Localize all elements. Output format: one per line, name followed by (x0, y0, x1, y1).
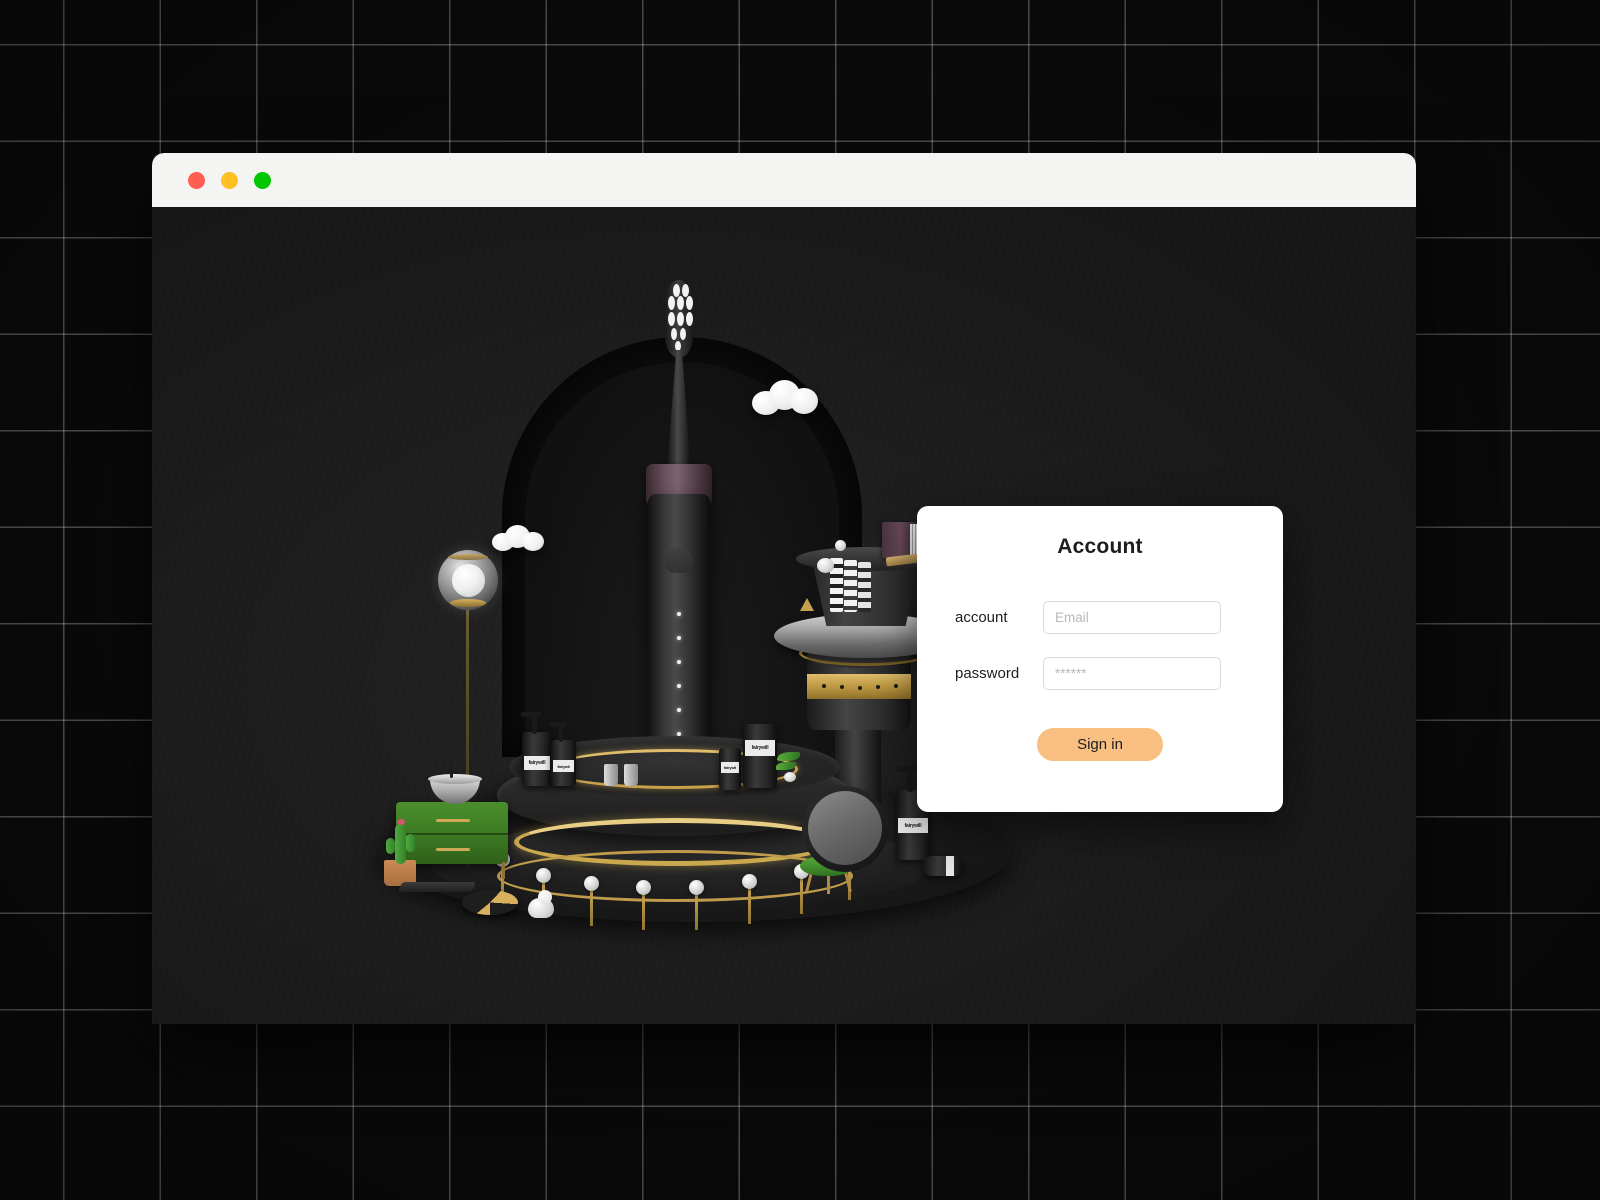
sink-tap-icon (450, 762, 453, 778)
bristle-icon (686, 296, 693, 310)
striped-donut-object (462, 890, 518, 915)
cabinet-handle (436, 848, 470, 851)
bottle-pump (532, 714, 537, 734)
rinse-cup (604, 764, 618, 786)
bristle-icon (682, 284, 689, 297)
account-field-row: account (917, 601, 1283, 634)
toothbrush-led-indicator (677, 636, 681, 640)
browser-viewport: fairywill fairywil fairywil fairywill fa… (152, 207, 1416, 1024)
cabinet-leg (502, 862, 505, 879)
bristle-icon (673, 284, 680, 297)
password-field-row: password (917, 657, 1283, 690)
rinse-cup (624, 764, 638, 786)
bottle-label: fairywill (745, 740, 775, 756)
small-orb (784, 772, 796, 782)
rubber-duck-head (538, 890, 552, 904)
rail-post (642, 890, 645, 930)
toothbrush-led-indicator (677, 612, 681, 616)
drum-stud (858, 686, 862, 690)
account-label: account (955, 609, 1008, 626)
drum-stud (894, 684, 898, 688)
sign-in-button[interactable]: Sign in (1037, 728, 1163, 761)
bottle-label: fairywil (721, 762, 739, 773)
lamp-globe-core (452, 564, 485, 597)
bristle-icon (671, 328, 677, 340)
drum-stud (876, 685, 880, 689)
rail-post (695, 890, 698, 930)
bristle-icon (677, 312, 684, 326)
floating-orb (835, 540, 846, 551)
basin-orb (817, 558, 834, 573)
toothbrush-led-indicator (677, 660, 681, 664)
mirror-glass (808, 791, 882, 865)
bristle-icon (675, 341, 681, 351)
cloud-small-icon (492, 525, 544, 551)
cactus-arm (386, 838, 395, 854)
toothbrush-power-button[interactable] (665, 547, 693, 573)
floor-slab (397, 882, 477, 892)
drum-stud (822, 684, 826, 688)
rail-ball (636, 880, 651, 895)
striped-towel (858, 562, 871, 612)
toothbrush-led-indicator (677, 708, 681, 712)
rail-ball (742, 874, 757, 889)
password-label: password (955, 665, 1020, 682)
rail-ball (584, 876, 599, 891)
browser-window: fairywill fairywil fairywil fairywill fa… (152, 153, 1416, 1024)
cactus-flower (397, 819, 405, 825)
bottle-pump-nozzle (521, 712, 541, 717)
bottle-pump-nozzle (550, 722, 567, 727)
bristle-icon (680, 328, 686, 340)
bottle-label: fairywill (898, 818, 928, 833)
signin-row: Sign in (917, 728, 1283, 761)
gold-cone-ornament (800, 598, 814, 611)
lamp-rim-top (448, 554, 488, 560)
cabinet-handle (436, 819, 470, 822)
rail-ball (689, 880, 704, 895)
bristle-icon (677, 296, 684, 310)
bottle-label: fairywill (524, 756, 550, 770)
maximize-window-icon[interactable] (254, 171, 271, 189)
lamp-rim (450, 599, 486, 607)
bottle-label: fairywil (553, 760, 574, 772)
drum-stud (840, 685, 844, 689)
spray-trigger (907, 770, 913, 792)
lying-bottle (922, 856, 964, 876)
password-input[interactable] (1043, 657, 1221, 690)
rail-post (590, 886, 593, 926)
login-card: Account account password Sign in (917, 506, 1283, 812)
cactus-icon (395, 824, 406, 864)
spray-nozzle (896, 766, 918, 772)
rail-post (800, 874, 803, 914)
striped-towel (844, 560, 857, 612)
toothbrush-led-indicator (677, 684, 681, 688)
bristle-icon (668, 296, 675, 310)
bristle-icon (668, 312, 675, 326)
minimize-window-icon[interactable] (221, 171, 238, 189)
account-input[interactable] (1043, 601, 1221, 634)
cloud-large-icon (752, 380, 818, 416)
bristle-icon (686, 312, 693, 326)
page-title: Account (1057, 535, 1143, 558)
close-window-icon[interactable] (188, 171, 205, 189)
cactus-arm (406, 834, 415, 852)
sink-rim (428, 774, 482, 784)
rail-post (748, 884, 751, 924)
browser-titlebar[interactable] (152, 153, 1416, 207)
rail-ball (536, 868, 551, 883)
lying-bottle-band (946, 856, 954, 876)
tube-bottle-large (743, 724, 777, 788)
